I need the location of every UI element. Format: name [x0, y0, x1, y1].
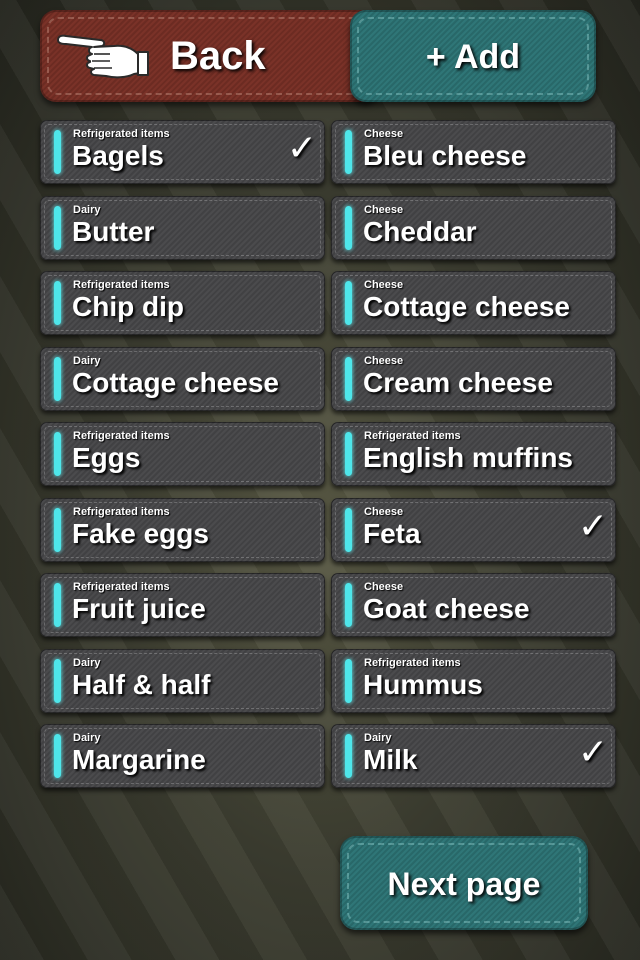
- item-name: Fruit juice: [72, 593, 206, 624]
- pointing-hand-icon: [57, 34, 149, 79]
- item-indicator: [345, 281, 352, 325]
- item-category: Dairy: [73, 656, 101, 669]
- item-name: Goat cheese: [363, 593, 530, 624]
- list-item[interactable]: Refrigerated items Fake eggs: [40, 497, 325, 562]
- add-label: + Add: [425, 38, 521, 76]
- item-name: Bleu cheese: [363, 140, 527, 171]
- item-indicator: [54, 658, 61, 703]
- item-indicator: [54, 281, 61, 325]
- item-category: Dairy: [364, 732, 392, 744]
- list-item[interactable]: Cheese Cheddar: [331, 195, 616, 260]
- item-category: Refrigerated items: [73, 430, 170, 442]
- checkmark-icon: ✓: [577, 504, 608, 546]
- item-indicator: [345, 356, 352, 401]
- list-item[interactable]: Refrigerated items Hummus: [331, 648, 616, 713]
- back-label: Back: [170, 34, 266, 78]
- list-item[interactable]: Refrigerated items English muffins: [331, 422, 616, 486]
- next-page-button[interactable]: Next page: [340, 836, 588, 930]
- list-item[interactable]: Dairy Butter: [40, 195, 325, 260]
- item-indicator: [54, 356, 61, 401]
- item-indicator: [54, 583, 61, 627]
- top-bar: Back + Add: [40, 10, 598, 106]
- item-category: Dairy: [73, 732, 101, 744]
- list-item[interactable]: Cheese Cottage cheese: [331, 271, 616, 335]
- list-item[interactable]: Refrigerated items Fruit juice: [40, 573, 325, 637]
- item-indicator: [345, 734, 352, 778]
- item-name: Cottage cheese: [72, 366, 279, 398]
- item-category: Refrigerated items: [73, 581, 170, 593]
- item-category: Dairy: [73, 203, 101, 216]
- item-category: Cheese: [364, 505, 404, 518]
- item-category: Cheese: [364, 279, 404, 291]
- back-button[interactable]: Back: [40, 10, 380, 102]
- item-category: Cheese: [364, 354, 404, 367]
- next-page-label: Next page: [387, 866, 541, 902]
- item-category: Refrigerated items: [73, 128, 170, 140]
- item-category: Refrigerated items: [364, 656, 461, 669]
- item-category: Dairy: [73, 354, 101, 367]
- item-category: Cheese: [364, 128, 404, 140]
- item-category: Refrigerated items: [73, 279, 170, 291]
- item-name: Feta: [363, 517, 421, 549]
- item-name: Margarine: [72, 744, 206, 775]
- item-indicator: [345, 432, 352, 476]
- list-item[interactable]: Cheese Bleu cheese: [331, 120, 616, 184]
- item-category: Refrigerated items: [73, 505, 170, 518]
- item-indicator: [345, 583, 352, 627]
- item-indicator: [345, 130, 352, 174]
- item-indicator: [345, 507, 352, 552]
- add-button[interactable]: + Add: [350, 10, 596, 102]
- list-item[interactable]: Dairy Milk ✓: [331, 724, 616, 788]
- item-indicator: [54, 432, 61, 476]
- item-category: Refrigerated items: [364, 430, 461, 442]
- list-item[interactable]: Dairy Margarine: [40, 724, 325, 788]
- item-indicator: [54, 507, 61, 552]
- item-indicator: [54, 130, 61, 174]
- item-name: Butter: [72, 215, 155, 247]
- list-item[interactable]: Cheese Goat cheese: [331, 573, 616, 637]
- list-item[interactable]: Cheese Cream cheese: [331, 346, 616, 411]
- item-name: Eggs: [72, 442, 141, 473]
- item-name: Cottage cheese: [363, 291, 570, 322]
- item-name: Half & half: [72, 668, 211, 700]
- item-name: Cheddar: [363, 215, 477, 247]
- item-indicator: [345, 205, 352, 250]
- item-name: Hummus: [363, 668, 483, 700]
- list-item[interactable]: Refrigerated items Chip dip: [40, 271, 325, 335]
- item-name: Milk: [363, 744, 418, 775]
- checkmark-icon: ✓: [577, 731, 608, 772]
- checkmark-icon: ✓: [286, 127, 317, 168]
- item-name: Chip dip: [72, 291, 184, 322]
- list-item[interactable]: Dairy Half & half: [40, 648, 325, 713]
- item-name: Bagels: [72, 140, 164, 171]
- item-name: Cream cheese: [363, 366, 553, 398]
- item-category: Cheese: [364, 581, 404, 593]
- list-item[interactable]: Refrigerated items Bagels ✓: [40, 120, 325, 184]
- item-indicator: [345, 658, 352, 703]
- list-item[interactable]: Refrigerated items Eggs: [40, 422, 325, 486]
- list-item[interactable]: Dairy Cottage cheese: [40, 346, 325, 411]
- item-indicator: [54, 734, 61, 778]
- item-category: Cheese: [364, 203, 404, 216]
- item-name: Fake eggs: [72, 517, 209, 549]
- item-name: English muffins: [363, 442, 573, 473]
- item-indicator: [54, 205, 61, 250]
- list-item[interactable]: Cheese Feta ✓: [331, 497, 616, 562]
